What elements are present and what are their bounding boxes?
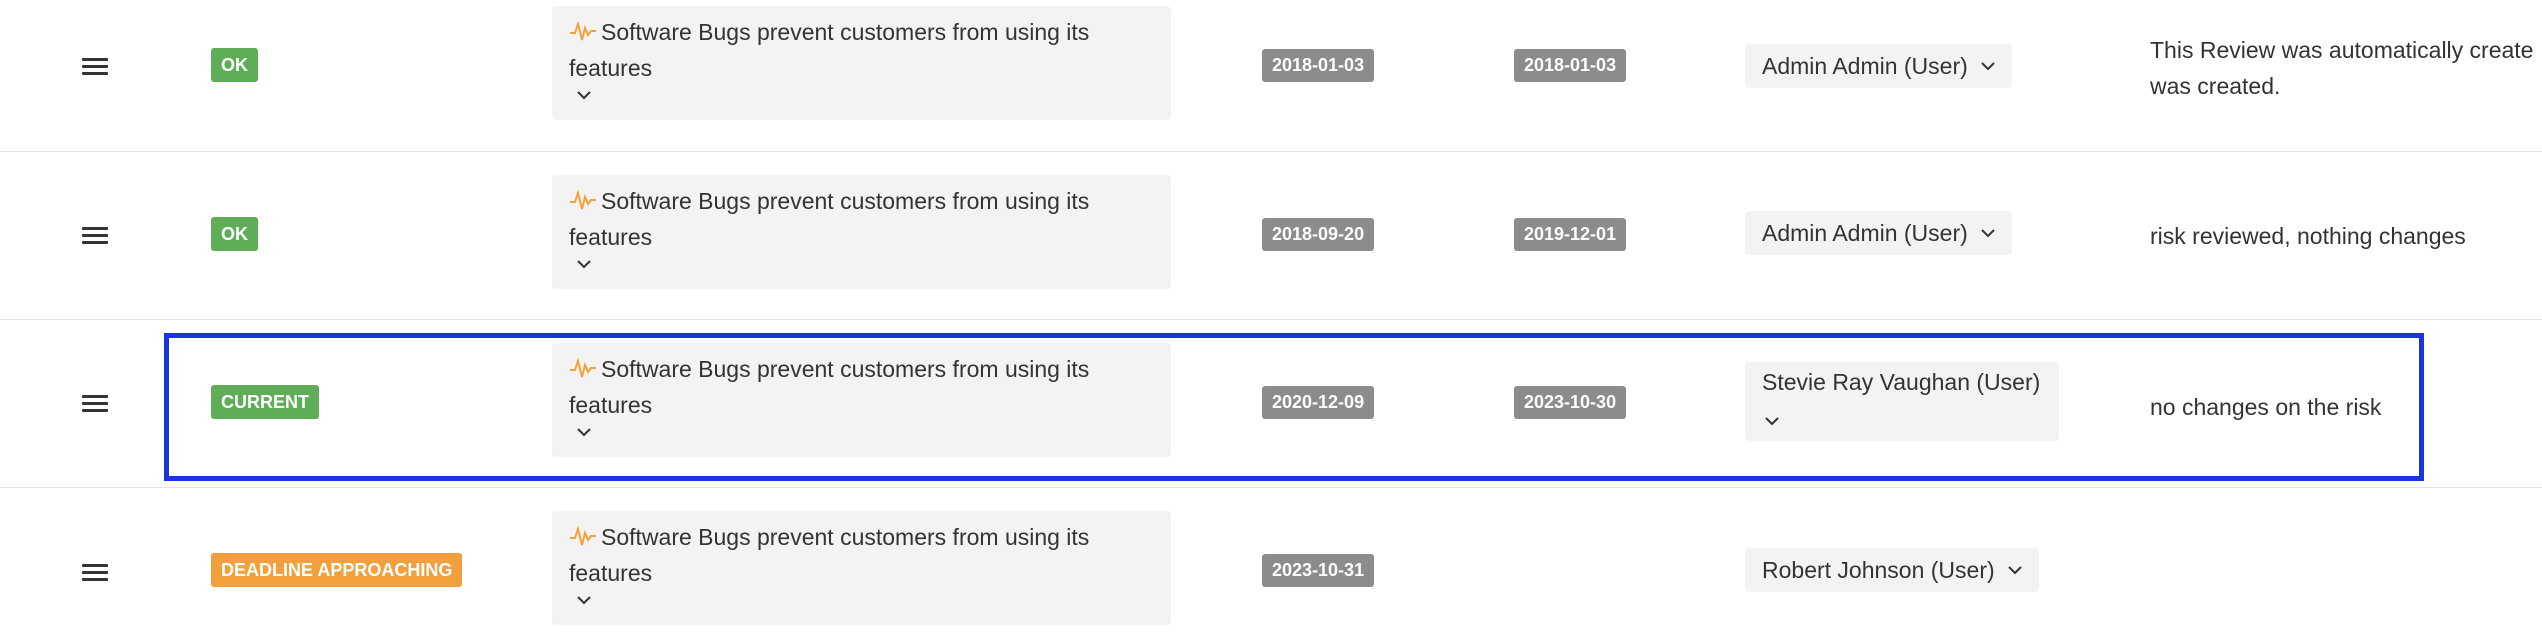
comment-line: This Review was automatically create (2150, 37, 2534, 63)
chevron-down-icon[interactable] (576, 90, 592, 100)
risk-title: Software Bugs prevent customers from usi… (569, 524, 1090, 586)
user-select[interactable]: Admin Admin (User) (1745, 211, 2012, 255)
risk-select[interactable]: Software Bugs prevent customers from usi… (552, 343, 1171, 457)
chevron-down-icon[interactable] (1980, 228, 1996, 238)
risk-title: Software Bugs prevent customers from usi… (569, 188, 1090, 250)
end-date-badge: 2018-01-03 (1514, 49, 1627, 82)
table-row: OK Software Bugs prevent customers from … (0, 0, 2542, 152)
chevron-down-icon[interactable] (576, 595, 592, 605)
start-date-badge: 2018-09-20 (1262, 218, 1375, 251)
drag-handle-menu-icon[interactable] (82, 225, 108, 247)
table-row: DEADLINE APPROACHING Software Bugs preve… (0, 488, 2542, 642)
risk-select[interactable]: Software Bugs prevent customers from usi… (552, 6, 1171, 120)
start-date-badge: 2018-01-03 (1262, 49, 1375, 82)
drag-handle-menu-icon[interactable] (82, 562, 108, 584)
review-comment: risk reviewed, nothing changes (2150, 218, 2466, 254)
start-date-badge: 2020-12-09 (1262, 386, 1375, 419)
table-row: OK Software Bugs prevent customers from … (0, 152, 2542, 320)
user-select[interactable]: Stevie Ray Vaughan (User) (1745, 362, 2059, 441)
status-badge: DEADLINE APPROACHING (211, 553, 463, 587)
chevron-down-icon[interactable] (576, 427, 592, 437)
risk-activity-icon (570, 357, 596, 378)
user-select[interactable]: Robert Johnson (User) (1745, 548, 2039, 592)
chevron-down-icon[interactable] (1764, 416, 1780, 426)
chevron-down-icon[interactable] (576, 259, 592, 269)
user-name: Stevie Ray Vaughan (User) (1762, 369, 2041, 395)
table-row: CURRENT Software Bugs prevent customers … (0, 320, 2542, 488)
comment-line: risk reviewed, nothing changes (2150, 223, 2466, 249)
user-select[interactable]: Admin Admin (User) (1745, 44, 2012, 88)
comment-line: was created. (2150, 73, 2281, 99)
status-badge: CURRENT (211, 385, 319, 419)
chevron-down-icon[interactable] (2007, 565, 2023, 575)
review-comment: no changes on the risk (2150, 389, 2381, 425)
comment-line: no changes on the risk (2150, 394, 2382, 420)
chevron-down-icon[interactable] (1980, 61, 1996, 71)
risk-activity-icon (570, 189, 596, 210)
drag-handle-menu-icon[interactable] (82, 393, 108, 415)
end-date-badge: 2023-10-30 (1514, 386, 1627, 419)
risk-title: Software Bugs prevent customers from usi… (569, 19, 1090, 81)
reviews-table: OK Software Bugs prevent customers from … (0, 0, 2542, 642)
drag-handle-menu-icon[interactable] (82, 56, 108, 78)
review-comment: This Review was automatically create was… (2150, 32, 2533, 104)
start-date-badge: 2023-10-31 (1262, 554, 1375, 587)
risk-activity-icon (570, 525, 596, 546)
risk-select[interactable]: Software Bugs prevent customers from usi… (552, 511, 1171, 625)
user-name: Admin Admin (User) (1762, 53, 1968, 79)
risk-activity-icon (570, 20, 596, 41)
risk-title: Software Bugs prevent customers from usi… (569, 356, 1090, 418)
status-badge: OK (211, 48, 258, 82)
status-badge: OK (211, 217, 258, 251)
user-name: Robert Johnson (User) (1762, 557, 1995, 583)
end-date-badge: 2019-12-01 (1514, 218, 1627, 251)
user-name: Admin Admin (User) (1762, 220, 1968, 246)
risk-select[interactable]: Software Bugs prevent customers from usi… (552, 175, 1171, 289)
